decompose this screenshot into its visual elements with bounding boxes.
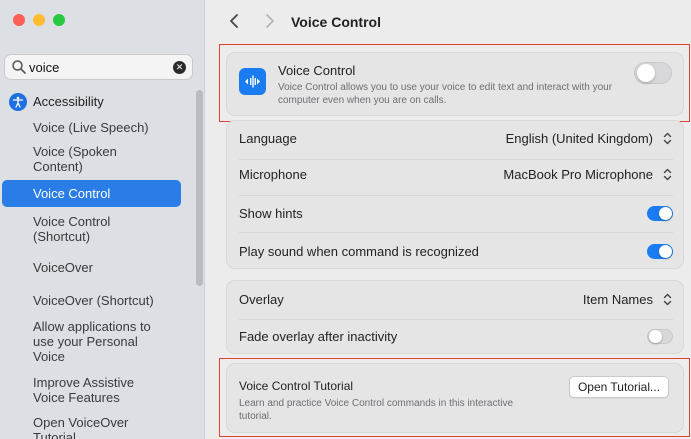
fade-overlay-row: Fade overlay after inactivity — [227, 323, 683, 350]
clear-search-icon[interactable]: ✕ — [173, 61, 186, 74]
toolbar: Voice Control — [205, 0, 691, 44]
fade-overlay-label: Fade overlay after inactivity — [239, 329, 398, 344]
sidebar-item-open-voiceover-tutorial[interactable]: Open VoiceOver Tutorial — [0, 412, 150, 439]
sidebar-item-improve-assistive-voice[interactable]: Improve Assistive Voice Features — [0, 372, 160, 408]
toggle-knob — [637, 64, 655, 82]
voice-control-description: Voice Control allows you to use your voi… — [278, 82, 613, 106]
forward-button[interactable] — [259, 9, 281, 33]
voice-control-toggle[interactable] — [634, 62, 672, 84]
minimize-window-button[interactable] — [33, 14, 45, 26]
language-row[interactable]: Language English (United Kingdom) — [227, 125, 683, 152]
sidebar-item-voice-spoken-content[interactable]: Voice (Spoken Content) — [0, 141, 160, 177]
search-input[interactable] — [29, 58, 169, 76]
tutorial-title: Voice Control Tutorial — [239, 379, 354, 393]
voice-control-title: Voice Control — [278, 63, 356, 78]
chevron-updown-icon[interactable] — [661, 131, 674, 147]
back-button[interactable] — [223, 9, 245, 33]
search-icon — [12, 60, 26, 74]
search-field[interactable]: ✕ — [4, 54, 193, 80]
toggle-knob — [659, 207, 672, 220]
play-sound-row: Play sound when command is recognized — [227, 238, 683, 265]
open-tutorial-button[interactable]: Open Tutorial... — [568, 376, 669, 398]
sidebar-item-voiceover[interactable]: VoiceOver — [0, 257, 190, 278]
tutorial-description: Learn and practice Voice Control command… — [239, 398, 514, 422]
overlay-label: Overlay — [239, 292, 284, 307]
window-controls — [13, 14, 65, 26]
toggle-knob — [649, 330, 662, 343]
close-window-button[interactable] — [13, 14, 25, 26]
page-title: Voice Control — [291, 14, 381, 30]
microphone-label: Microphone — [239, 167, 307, 182]
zoom-window-button[interactable] — [53, 14, 65, 26]
microphone-select[interactable]: MacBook Pro Microphone — [503, 167, 653, 182]
show-hints-label: Show hints — [239, 206, 303, 221]
tutorial-card: Voice Control Tutorial Learn and practic… — [226, 363, 684, 433]
chevron-updown-icon[interactable] — [661, 167, 674, 183]
sidebar-item-voice-live-speech[interactable]: Voice (Live Speech) — [0, 117, 190, 138]
sidebar-scrollbar[interactable] — [196, 90, 203, 286]
overlay-select[interactable]: Item Names — [583, 292, 653, 307]
divider — [239, 319, 673, 320]
play-sound-label: Play sound when command is recognized — [239, 244, 479, 259]
microphone-row[interactable]: Microphone MacBook Pro Microphone — [227, 161, 683, 188]
voice-control-app-icon — [239, 68, 266, 95]
show-hints-row: Show hints — [227, 200, 683, 227]
chevron-right-icon — [266, 14, 274, 28]
chevron-left-icon — [230, 14, 238, 28]
language-label: Language — [239, 131, 297, 146]
accessibility-icon — [9, 92, 27, 111]
sidebar: ✕ Accessibility Voice (Live Speech) Voic… — [0, 0, 205, 439]
voice-control-card: Voice Control Voice Control allows you t… — [226, 52, 684, 116]
overlay-settings-card: Overlay Item Names Fade overlay after in… — [226, 280, 684, 354]
sidebar-category-label: Accessibility — [33, 94, 104, 109]
sidebar-item-personal-voice[interactable]: Allow applications to use your Personal … — [0, 316, 170, 367]
play-sound-toggle[interactable] — [647, 244, 673, 259]
divider — [239, 232, 673, 233]
sidebar-item-voice-control[interactable]: Voice Control — [2, 180, 181, 207]
divider — [239, 195, 673, 196]
sidebar-category-accessibility[interactable]: Accessibility — [0, 88, 190, 115]
chevron-updown-icon[interactable] — [661, 292, 674, 308]
sidebar-results: Accessibility Voice (Live Speech) Voice … — [0, 88, 190, 439]
sidebar-item-voiceover-shortcut[interactable]: VoiceOver (Shortcut) — [0, 290, 190, 311]
voice-settings-card: Language English (United Kingdom) Microp… — [226, 120, 684, 269]
sidebar-item-voice-control-shortcut[interactable]: Voice Control (Shortcut) — [0, 211, 160, 247]
show-hints-toggle[interactable] — [647, 206, 673, 221]
fade-overlay-toggle[interactable] — [647, 329, 673, 344]
language-select[interactable]: English (United Kingdom) — [506, 131, 653, 146]
divider — [239, 159, 673, 160]
main-panel: Voice Control Voice Control Voice Contro… — [205, 0, 691, 439]
toggle-knob — [659, 245, 672, 258]
overlay-row[interactable]: Overlay Item Names — [227, 286, 683, 313]
